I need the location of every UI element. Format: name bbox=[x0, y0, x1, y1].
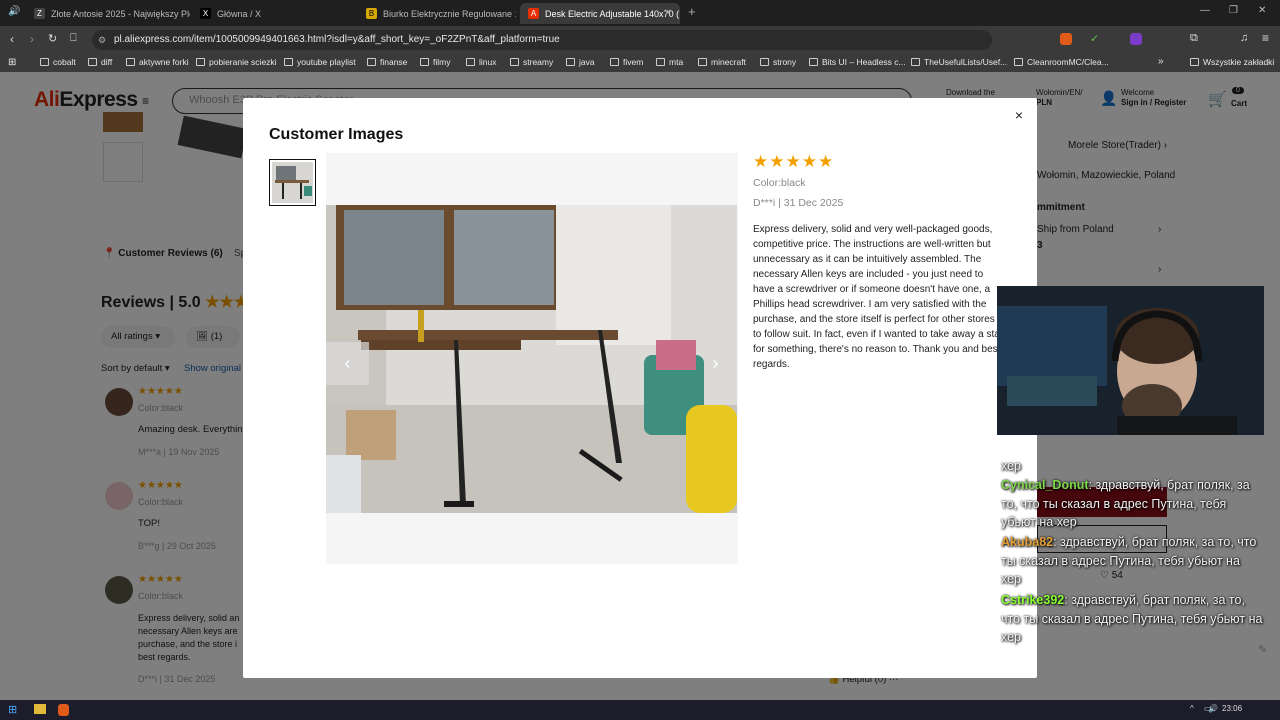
tab-title: Biurko Elektrycznie Regulowane 140x7 bbox=[383, 8, 516, 19]
bookmark-item[interactable]: cobalt bbox=[40, 57, 76, 67]
bookmark-item[interactable]: diff bbox=[88, 57, 112, 67]
bookmark-folder[interactable]: filmy bbox=[420, 57, 450, 67]
chat-message: Akuba82: здравствуй, брат поляк, за то, … bbox=[1001, 533, 1263, 589]
customer-images-modal: Customer Images × ‹ › ★★★★★ Color:black … bbox=[243, 98, 1037, 678]
back-icon[interactable]: ‹ bbox=[10, 32, 14, 46]
bookmarks-bar: ⊞ cobalt diff aktywne forki pobieranie s… bbox=[0, 54, 1280, 72]
more-bookmarks-icon[interactable]: » bbox=[1158, 56, 1164, 67]
aliexpress-favicon-icon: A bbox=[528, 8, 539, 19]
close-tab-icon[interactable]: ✕ bbox=[664, 8, 672, 19]
all-bookmarks[interactable]: Wszystkie zakładki bbox=[1190, 57, 1274, 67]
tab-2[interactable]: X Główna / X bbox=[192, 3, 356, 24]
bookmark-item[interactable]: Bits UI – Headless c... bbox=[809, 57, 906, 67]
tab-title: Desk Electric Adjustable 140x70 ( bbox=[545, 8, 680, 19]
forward-icon[interactable]: › bbox=[30, 32, 34, 46]
tab-3[interactable]: B Biurko Elektrycznie Regulowane 140x7 bbox=[358, 3, 516, 24]
bookmark-folder[interactable]: linux bbox=[466, 57, 496, 67]
chat-message: Cynical_Donut: здравствуй, брат поляк, з… bbox=[1001, 476, 1263, 532]
bookmark-item[interactable]: CleanroomMC/Clea... bbox=[1014, 57, 1109, 67]
bookmark-item[interactable]: pobieranie sciezki bbox=[196, 57, 277, 67]
start-icon[interactable]: ⊞ bbox=[8, 703, 17, 716]
browser-tab-bar: 🔊 Z Złote Antosie 2025 - Największy Pleb… bbox=[0, 0, 1280, 26]
media-icon[interactable]: ♫ bbox=[1240, 32, 1248, 44]
new-tab-button[interactable]: + bbox=[688, 4, 696, 19]
close-window-icon[interactable]: ✕ bbox=[1258, 5, 1266, 16]
reload-icon[interactable]: ↻ bbox=[48, 32, 57, 45]
close-modal-button[interactable]: × bbox=[1010, 106, 1028, 124]
volume-icon[interactable]: 🔊 bbox=[1208, 704, 1218, 713]
tab-favicon-icon: B bbox=[366, 8, 377, 19]
review-stars: ★★★★★ bbox=[753, 152, 835, 171]
bookmark-icon[interactable]: ⎕ bbox=[70, 32, 77, 45]
tab-title: Główna / X bbox=[217, 8, 262, 19]
extensions-icon[interactable]: ⧉ bbox=[1190, 32, 1198, 45]
address-bar-row: ‹ › ↻ ⎕ ⚙ pl.aliexpress.com/item/1005009… bbox=[0, 26, 1280, 54]
audio-icon[interactable]: 🔊 bbox=[8, 6, 20, 17]
menu-icon[interactable]: ≡ bbox=[1262, 31, 1269, 45]
url-field[interactable]: ⚙ pl.aliexpress.com/item/100500994940166… bbox=[92, 30, 992, 50]
tab-title: Złote Antosie 2025 - Największy Plebi bbox=[51, 8, 190, 19]
extension-icon[interactable] bbox=[1130, 33, 1142, 45]
brave-browser-icon[interactable] bbox=[58, 704, 69, 716]
chat-username: Akuba82 bbox=[1001, 535, 1054, 549]
chat-username: Cynical_Donut bbox=[1001, 478, 1089, 492]
bookmark-item[interactable]: aktywne forki bbox=[126, 57, 189, 67]
minimize-icon[interactable]: — bbox=[1200, 5, 1210, 16]
apps-grid-icon[interactable]: ⊞ bbox=[8, 57, 16, 68]
bookmark-item[interactable]: youtube playlist bbox=[284, 57, 356, 67]
chat-message: Cstrike392: здравствуй, брат поляк, за т… bbox=[1001, 591, 1263, 647]
desk-photo bbox=[326, 205, 737, 513]
review-meta: D***i | 31 Dec 2025 bbox=[753, 197, 844, 209]
bookmark-folder[interactable]: minecraft bbox=[698, 57, 746, 67]
review-text: Express delivery, solid and very well-pa… bbox=[753, 224, 1001, 370]
webcam-overlay bbox=[997, 286, 1264, 435]
bookmark-folder[interactable]: streamy bbox=[510, 57, 553, 67]
streamer-webcam-image bbox=[997, 286, 1264, 435]
bookmark-folder[interactable]: fivem bbox=[610, 57, 643, 67]
tab-favicon-icon: Z bbox=[34, 8, 45, 19]
bookmark-folder[interactable]: mta bbox=[656, 57, 683, 67]
tray-chevron-icon[interactable]: ^ bbox=[1190, 704, 1194, 713]
image-viewer: ‹ › bbox=[326, 153, 738, 564]
thumbnail-image[interactable] bbox=[269, 159, 316, 206]
maximize-icon[interactable]: ❐ bbox=[1229, 5, 1238, 16]
x-logo-icon: X bbox=[200, 8, 211, 19]
url-text: pl.aliexpress.com/item/1005009949401663.… bbox=[114, 34, 560, 45]
taskbar: ⊞ ^ ▭ 🔊 23:06 bbox=[0, 700, 1280, 720]
bookmark-folder[interactable]: java bbox=[566, 57, 595, 67]
pencil-icon[interactable]: ✎ bbox=[1258, 643, 1267, 656]
next-image-button[interactable]: › bbox=[694, 342, 737, 385]
file-explorer-icon[interactable] bbox=[34, 704, 46, 714]
review-color: Color:black bbox=[753, 177, 806, 189]
bookmark-folder[interactable]: finanse bbox=[367, 57, 407, 67]
brave-shield-icon[interactable] bbox=[1060, 33, 1072, 45]
previous-image-button[interactable]: ‹ bbox=[326, 342, 369, 385]
bookmark-folder[interactable]: strony bbox=[760, 57, 796, 67]
tab-4-active[interactable]: A Desk Electric Adjustable 140x70 ( ✕ bbox=[520, 3, 680, 24]
chat-message: хер bbox=[1001, 459, 1022, 473]
site-info-icon[interactable]: ⚙ bbox=[98, 30, 106, 50]
tab-1[interactable]: Z Złote Antosie 2025 - Największy Plebi bbox=[26, 3, 190, 24]
clock[interactable]: 23:06 bbox=[1222, 704, 1242, 713]
bookmark-item[interactable]: TheUsefulLists/Usef... bbox=[911, 57, 1007, 67]
modal-title: Customer Images bbox=[269, 126, 404, 143]
desk-thumbnail-icon bbox=[272, 162, 313, 203]
chat-username: Cstrike392 bbox=[1001, 593, 1065, 607]
extension-check-icon[interactable]: ✓ bbox=[1090, 32, 1099, 45]
